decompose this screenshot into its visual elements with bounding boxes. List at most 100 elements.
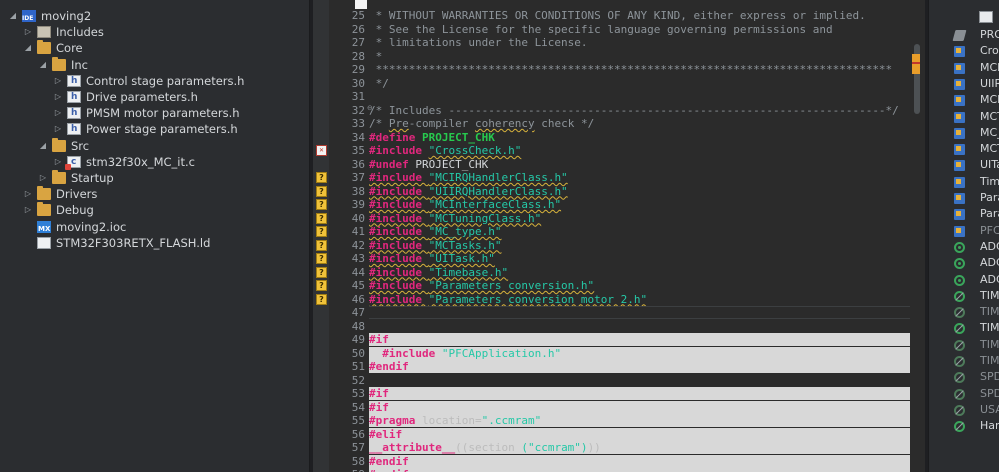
tree-collapsed-icon[interactable]: ▷ (53, 73, 63, 89)
tree-item[interactable]: ◢ Src (0, 137, 305, 154)
outline-item[interactable]: Para (929, 206, 999, 222)
outline-item[interactable]: TIMx (929, 337, 999, 353)
tree-item[interactable]: ◢ Inc (0, 56, 305, 73)
code-line[interactable]: #include "Parameters conversion.h" (369, 279, 910, 292)
code-line[interactable]: #include "Parameters conversion motor 2.… (369, 293, 910, 306)
outline-item[interactable]: PFCA (929, 223, 999, 239)
tree-collapsed-icon[interactable]: ▷ (53, 105, 63, 121)
tree-expanded-icon[interactable]: ◢ (38, 57, 48, 73)
warning-marker-icon[interactable]: ? (316, 185, 327, 197)
code-line[interactable]: #define PROJECT_CHK (369, 131, 910, 144)
code-line[interactable] (369, 374, 910, 387)
tree-collapsed-icon[interactable]: ▷ (53, 154, 63, 170)
outline-item[interactable]: PROJ (929, 27, 999, 43)
outline-item[interactable]: MCIR (929, 60, 999, 76)
code-line[interactable] (369, 306, 910, 319)
warning-marker-icon[interactable]: ? (316, 280, 327, 291)
outline-item[interactable]: Cross (929, 43, 999, 59)
warning-marker-icon[interactable]: ? (316, 266, 327, 278)
tree-item[interactable]: ▷ Startup (0, 170, 305, 186)
tree-collapsed-icon[interactable]: ▷ (53, 89, 63, 105)
tree-item[interactable]: ▷ Drive parameters.h (0, 89, 305, 105)
tree-expanded-icon[interactable]: ◢ (38, 138, 48, 154)
tree-item[interactable]: ▷ Control stage parameters.h (0, 73, 305, 89)
tree-item[interactable]: ▷ stm32f30x_MC_it.c (0, 154, 305, 170)
code-line[interactable]: #if (369, 333, 910, 346)
outline-item[interactable]: UIIRQ (929, 76, 999, 92)
outline-item[interactable]: MCIn (929, 92, 999, 108)
code-line[interactable]: #include "UIIRQHandlerClass.h" (369, 185, 910, 198)
code-line[interactable]: #include "MCTuningClass.h" (369, 212, 910, 225)
code-line[interactable]: #if (369, 400, 910, 414)
outline-item[interactable]: UITas (929, 157, 999, 173)
error-marker-icon[interactable]: ✕ (316, 145, 327, 156)
outline-item[interactable]: MC_t (929, 125, 999, 141)
tree-item[interactable]: ▷ Power stage parameters.h (0, 121, 305, 137)
outline-item[interactable]: ADC (929, 272, 999, 288)
code-line[interactable]: #include "PFCApplication.h" (369, 346, 910, 360)
outline-item[interactable]: ADC (929, 255, 999, 271)
code-line[interactable]: * limitations under the License. (369, 36, 910, 49)
tree-item[interactable]: ◢ Core (0, 40, 305, 56)
tree-collapsed-icon[interactable]: ▷ (23, 24, 33, 40)
outline-item[interactable]: TIMx (929, 353, 999, 369)
outline-view-menu-icon[interactable] (979, 11, 993, 23)
tree-collapsed-icon[interactable]: ▷ (53, 121, 63, 137)
tree-expanded-icon[interactable]: ◢ (8, 8, 18, 24)
outline-item[interactable]: MCTa (929, 141, 999, 157)
warning-marker-icon[interactable]: ? (316, 239, 327, 251)
warning-marker-icon[interactable]: ? (316, 293, 327, 305)
code-line[interactable] (369, 320, 910, 333)
code-line[interactable]: #if (369, 387, 910, 400)
code-line[interactable]: ****************************************… (369, 63, 910, 76)
tree-item[interactable]: moving2.ioc (0, 219, 305, 237)
tree-collapsed-icon[interactable]: ▷ (38, 170, 48, 186)
outline-item[interactable]: SPD_ (929, 369, 999, 385)
code-line[interactable]: #include "Timebase.h" (369, 266, 910, 279)
outline-item[interactable]: Time (929, 174, 999, 190)
code-line[interactable]: #include "MC_type.h" (369, 225, 910, 238)
warning-marker-icon[interactable]: ? (316, 199, 327, 210)
code-line[interactable]: */ (369, 77, 910, 90)
code-line[interactable]: #endif (369, 360, 910, 373)
warning-marker-icon[interactable]: ? (316, 172, 327, 183)
fold-toggle-icon[interactable]: ⊖ (367, 105, 373, 112)
overview-ruler-marker[interactable] (912, 54, 920, 74)
outline-item[interactable]: ADC (929, 239, 999, 255)
outline-item[interactable]: TIMx (929, 288, 999, 304)
code-line[interactable]: /* Pre-compiler coherency check */ (369, 117, 910, 130)
code-line[interactable]: #include "MCIRQHandlerClass.h" (369, 171, 910, 184)
warning-marker-icon[interactable]: ? (316, 212, 327, 224)
code-editor[interactable]: ✕?????????? 25 26 27 28 29 30 31 32 33 34 35 36 37 38… (313, 0, 925, 472)
code-line[interactable]: #include "CrossCheck.h" (369, 144, 910, 157)
tree-expanded-icon[interactable]: ◢ (23, 40, 33, 56)
code-line[interactable]: #include "MCTasks.h" (369, 239, 910, 252)
outline-item[interactable]: USAR (929, 402, 999, 418)
outline-item[interactable]: MCTu (929, 109, 999, 125)
code-line[interactable]: #endif (369, 454, 910, 468)
tree-item[interactable]: STM32F303RETX_FLASH.ld (0, 235, 305, 251)
warning-marker-icon[interactable]: ? (316, 253, 327, 264)
code-line[interactable]: #include "MCInterfaceClass.h" (369, 198, 910, 211)
outline-item[interactable]: Hard (929, 418, 999, 434)
tree-item[interactable]: ▷ Drivers (0, 186, 305, 202)
outline-item[interactable]: TIMx (929, 320, 999, 336)
code-line[interactable]: * See the License for the specific langu… (369, 23, 910, 36)
warning-marker-icon[interactable]: ? (316, 226, 327, 237)
code-line[interactable]: #include "UITask.h" (369, 252, 910, 265)
tree-collapsed-icon[interactable]: ▷ (23, 186, 33, 202)
tree-item[interactable]: ◢ moving2 (0, 8, 305, 27)
code-line[interactable]: * WITHOUT WARRANTIES OR CONDITIONS OF AN… (369, 9, 910, 22)
tree-item[interactable]: ▷ PMSM motor parameters.h (0, 105, 305, 121)
code-area[interactable]: * WITHOUT WARRANTIES OR CONDITIONS OF AN… (369, 0, 910, 472)
code-line[interactable] (369, 90, 910, 103)
code-line[interactable]: #undef PROJECT_CHK (369, 158, 910, 171)
outline-item[interactable]: SPD_ (929, 386, 999, 402)
outline-item[interactable]: TIMT (929, 304, 999, 320)
code-line[interactable]: * (369, 50, 910, 63)
outline-item[interactable]: Para (929, 190, 999, 206)
code-line[interactable]: #pragma location=".ccmram" (369, 414, 910, 427)
code-line[interactable]: #elif (369, 427, 910, 441)
code-line[interactable]: #endif (369, 468, 910, 472)
tree-item[interactable]: ▷ Includes (0, 24, 305, 40)
